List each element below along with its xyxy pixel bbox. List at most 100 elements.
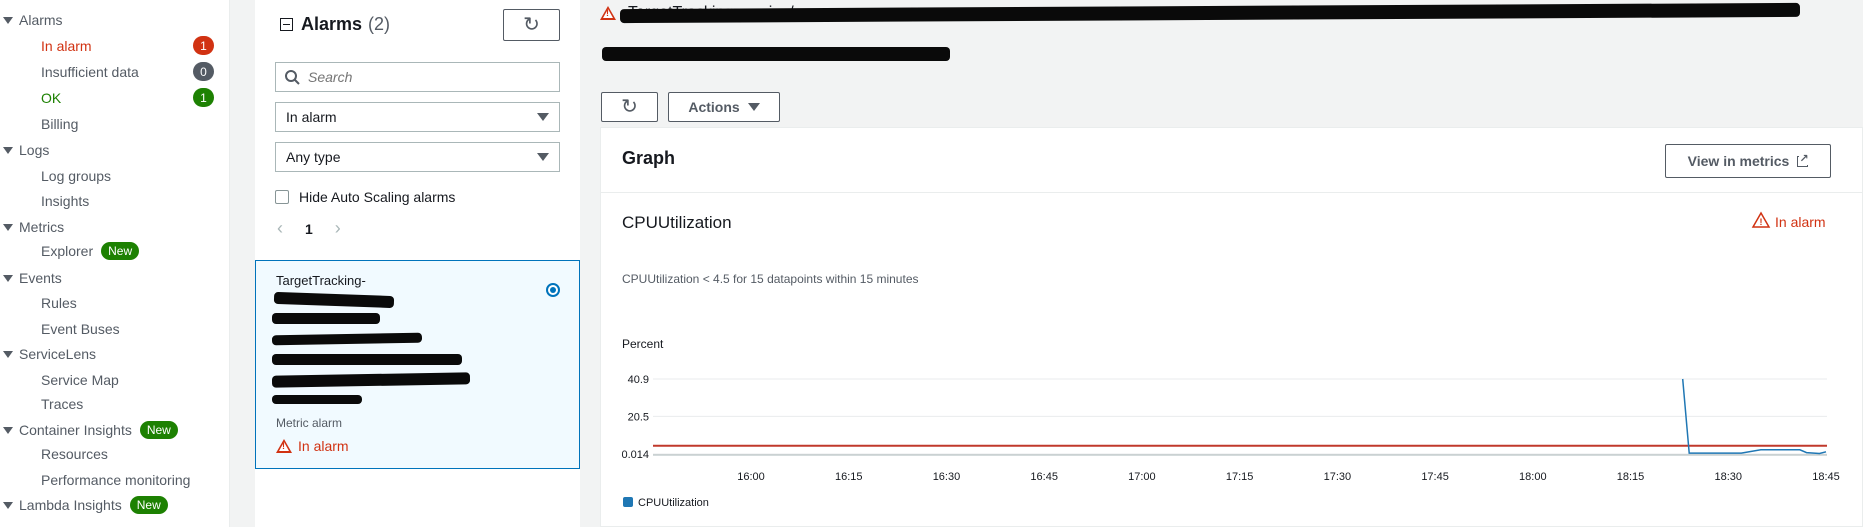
actions-label: Actions	[688, 99, 740, 115]
caret-down-icon	[3, 350, 13, 358]
nav-section-container-insights[interactable]: Container Insights New	[0, 420, 178, 440]
refresh-icon: ↻	[621, 96, 638, 118]
alarm-state: In alarm	[276, 438, 349, 454]
sidebar-item-label: Performance monitoring	[41, 472, 191, 488]
x-tick-label: 17:30	[1324, 471, 1352, 483]
y-tick-label: 40.9	[628, 374, 649, 386]
redaction-mark	[272, 395, 362, 404]
hide-autoscaling-label: Hide Auto Scaling alarms	[299, 189, 456, 205]
alarm-condition: CPUUtilization < 4.5 for 15 datapoints w…	[622, 272, 919, 286]
sidebar-item-label: Traces	[41, 396, 84, 412]
search-icon	[285, 70, 300, 85]
x-tick-label: 17:45	[1421, 471, 1449, 483]
caret-down-icon	[3, 501, 13, 509]
refresh-list-button[interactable]: ↻	[503, 9, 560, 41]
count-badge: 1	[193, 36, 214, 55]
external-link-icon	[1797, 151, 1809, 167]
type-filter-select[interactable]: Any type	[275, 142, 560, 172]
collapse-box-icon[interactable]	[280, 18, 293, 31]
nav-section-label: Lambda Insights	[19, 497, 122, 513]
caret-down-icon	[3, 426, 13, 434]
redaction-mark	[271, 372, 471, 388]
sidebar-item-label: Event Buses	[41, 321, 120, 337]
refresh-detail-button[interactable]: ↻	[601, 92, 658, 122]
nav-section-label: Logs	[19, 142, 50, 158]
sidebar-item-label: Service Map	[41, 372, 119, 388]
nav-section-events[interactable]: Events	[0, 268, 62, 288]
sidebar-item-label: Rules	[41, 295, 77, 311]
nav-section-lambda-insights[interactable]: Lambda Insights New	[0, 495, 168, 515]
view-in-metrics-label: View in metrics	[1687, 153, 1790, 169]
dropdown-caret-icon	[537, 153, 549, 161]
sidebar-item-ok[interactable]: OK	[41, 88, 61, 108]
view-in-metrics-button[interactable]: View in metrics	[1665, 144, 1831, 178]
sidebar-item-label: In alarm	[41, 38, 92, 54]
new-badge: New	[101, 242, 140, 260]
nav-section-label: Alarms	[19, 12, 63, 28]
nav-section-metrics[interactable]: Metrics	[0, 217, 64, 237]
sidebar-item-event-buses[interactable]: Event Buses	[41, 319, 120, 339]
search-field[interactable]	[275, 62, 560, 92]
alarm-name[interactable]: TargetTracking-	[276, 273, 366, 288]
nav-section-label: ServiceLens	[19, 346, 97, 362]
sidebar-nav: Alarms In alarm 1 Insufficient data 0 OK 1 Bill…	[0, 0, 230, 527]
caret-down-icon	[3, 223, 13, 231]
sidebar-item-label: Resources	[41, 446, 108, 462]
legend-swatch	[623, 497, 633, 507]
alarm-list-panel: Alarms (2) ↻ In alarm Any type Hide Auto…	[255, 0, 580, 527]
x-tick-label: 16:15	[835, 471, 863, 483]
sidebar-item-billing[interactable]: Billing	[41, 114, 78, 134]
sidebar-item-log-groups[interactable]: Log groups	[41, 166, 111, 186]
alarm-list-title: Alarms (2)	[280, 14, 390, 35]
dropdown-caret-icon	[747, 103, 760, 111]
x-tick-label: 17:15	[1226, 471, 1254, 483]
nav-section-servicelens[interactable]: ServiceLens	[0, 344, 96, 364]
redaction-mark	[273, 291, 395, 309]
x-tick-label: 17:00	[1128, 471, 1156, 483]
x-tick-label: 16:00	[737, 471, 765, 483]
nav-section-label: Metrics	[19, 219, 65, 235]
sidebar-item-service-map[interactable]: Service Map	[41, 370, 119, 390]
alarm-list-item[interactable]: TargetTracking- Metric alarm In alarm	[255, 260, 580, 469]
warning-icon	[276, 439, 292, 453]
dropdown-caret-icon	[537, 113, 549, 121]
sidebar-item-label: Insufficient data	[41, 64, 139, 80]
caret-down-icon	[3, 146, 13, 154]
redaction-mark	[272, 354, 462, 365]
sidebar-item-insights[interactable]: Insights	[41, 191, 89, 211]
sidebar-item-label: Explorer	[41, 243, 94, 259]
nav-section-logs[interactable]: Logs	[0, 140, 49, 160]
search-input[interactable]	[306, 68, 550, 86]
new-badge: New	[129, 496, 168, 514]
nav-section-alarms[interactable]: Alarms	[0, 10, 63, 30]
graph-panel: Graph View in metrics CPUUtilizationCPUU…	[600, 127, 1863, 527]
nav-section-label: Events	[19, 270, 62, 286]
y-tick-label: 20.5	[628, 411, 649, 423]
alarm-type: Metric alarm	[276, 416, 343, 430]
next-page-icon[interactable]: ›	[335, 218, 341, 239]
sidebar-item-explorer[interactable]: Explorer New	[41, 241, 140, 261]
caret-down-icon	[3, 274, 13, 282]
sidebar-item-label: Billing	[41, 116, 79, 132]
redaction-mark	[272, 313, 380, 324]
sidebar-item-traces[interactable]: Traces	[41, 394, 83, 414]
redaction-mark	[271, 332, 423, 346]
sidebar-item-label: Insights	[41, 193, 90, 209]
sidebar-item-resources[interactable]: Resources	[41, 444, 108, 464]
current-page[interactable]: 1	[305, 221, 313, 237]
prev-page-icon[interactable]: ‹	[277, 218, 283, 239]
sidebar-item-in-alarm[interactable]: In alarm	[41, 36, 92, 56]
hide-autoscaling-checkbox[interactable]	[275, 190, 289, 204]
state-filter-select[interactable]: In alarm	[275, 102, 560, 132]
sidebar-item-rules[interactable]: Rules	[41, 293, 77, 313]
sidebar-item-insufficient-data[interactable]: Insufficient data	[41, 62, 139, 82]
caret-down-icon	[3, 16, 13, 24]
x-tick-label: 18:00	[1519, 471, 1547, 483]
sidebar-item-performance-monitoring[interactable]: Performance monitoring	[41, 470, 190, 490]
actions-dropdown-button[interactable]: Actions	[668, 92, 780, 122]
pagination: ‹ 1 ›	[277, 218, 341, 239]
hide-autoscaling-toggle[interactable]: Hide Auto Scaling alarms	[275, 189, 455, 205]
alarm-select-radio[interactable]	[546, 283, 560, 297]
metric-title: CPUUtilization	[622, 213, 732, 232]
count-badge: 0	[193, 62, 214, 81]
